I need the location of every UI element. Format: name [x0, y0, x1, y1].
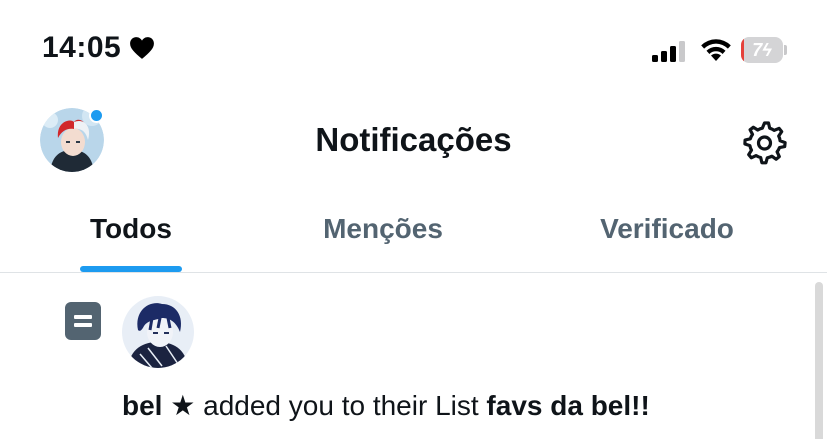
wifi-icon: [701, 39, 731, 61]
battery-level-text: 7ϟ: [752, 40, 772, 60]
time-text: 14:05: [42, 31, 122, 64]
notification-text: bel ★ added you to their List favs da be…: [122, 386, 650, 426]
notification-list-name[interactable]: favs da bel!!: [486, 390, 649, 421]
settings-button[interactable]: [740, 118, 788, 166]
notification-action-text: added you to their List: [195, 390, 487, 421]
tab-mencoes[interactable]: Menções: [300, 195, 466, 272]
status-bar-time: 14:05: [42, 30, 155, 66]
tab-todos[interactable]: Todos: [80, 195, 182, 272]
heart-icon: [130, 37, 155, 59]
notification-user-name[interactable]: bel ★: [122, 390, 195, 421]
notifications-screen: 14:05 7ϟ Notificações Todos Menções Veri…: [0, 0, 827, 439]
list-icon: [65, 302, 101, 340]
scrollbar[interactable]: [815, 282, 823, 439]
battery-icon: 7ϟ: [741, 37, 787, 63]
gear-icon: [743, 121, 787, 165]
active-tab-indicator: [80, 266, 182, 272]
notification-tabs: Todos Menções Verificado: [0, 195, 827, 273]
user-avatar[interactable]: [122, 296, 194, 368]
tab-verificado[interactable]: Verificado: [586, 195, 748, 272]
page-title: Notificações: [315, 121, 512, 158]
cellular-signal-icon: [652, 41, 685, 62]
user-avatar-image: [122, 296, 194, 368]
